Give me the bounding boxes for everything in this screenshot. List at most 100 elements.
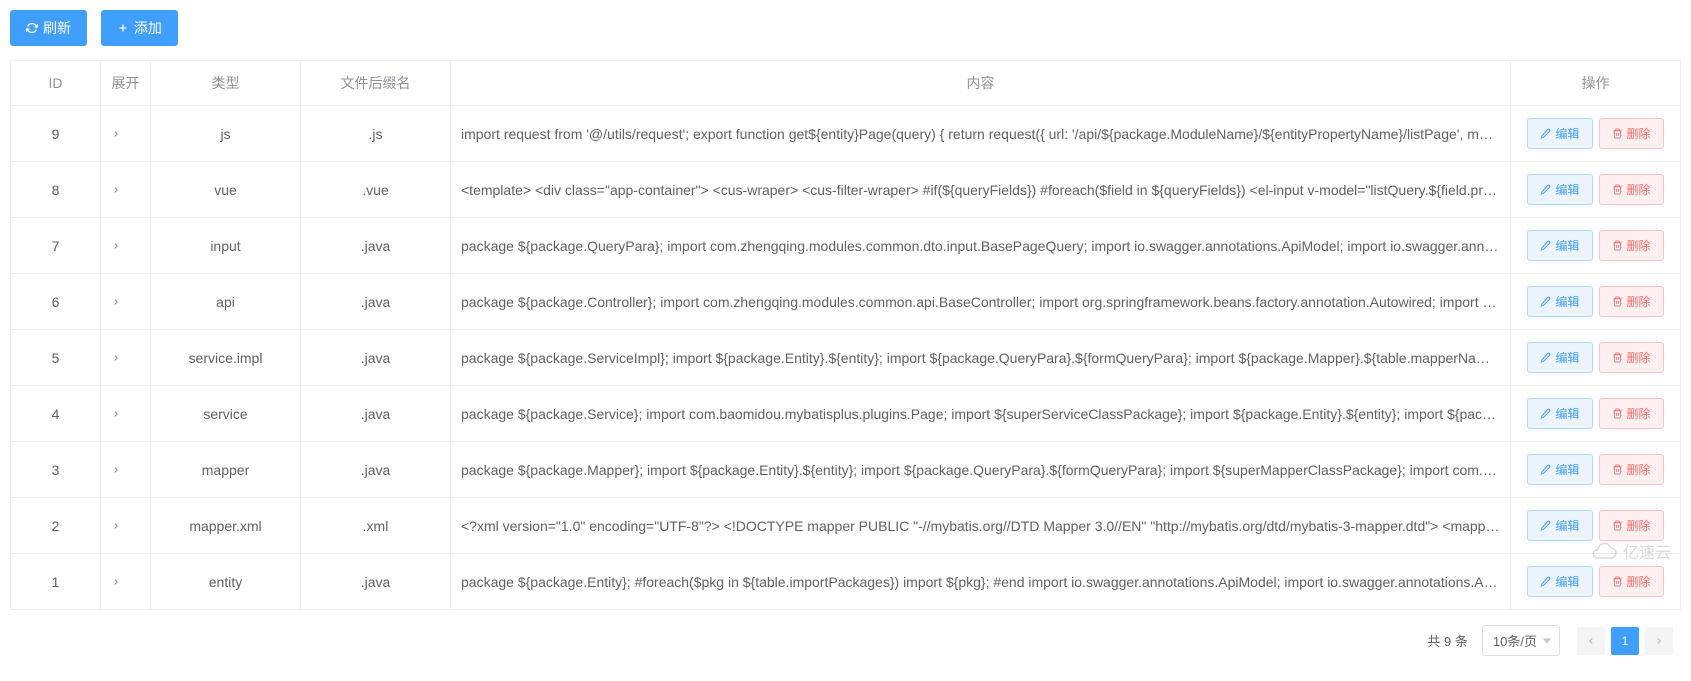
cell-ext: .java (301, 330, 451, 386)
cell-expand[interactable] (101, 442, 151, 498)
edit-icon (1540, 520, 1551, 531)
cell-content: import request from '@/utils/request'; e… (451, 106, 1511, 162)
edit-button-label: 编辑 (1555, 237, 1579, 254)
refresh-button-label: 刷新 (43, 18, 71, 38)
cell-expand[interactable] (101, 386, 151, 442)
cell-actions: 编辑 删除 (1511, 162, 1681, 218)
edit-icon (1540, 128, 1551, 139)
delete-button[interactable]: 删除 (1599, 174, 1664, 205)
edit-button[interactable]: 编辑 (1527, 510, 1592, 541)
cell-id: 6 (11, 274, 101, 330)
table-row: 4service.javapackage ${package.Service};… (11, 386, 1681, 442)
cell-id: 9 (11, 106, 101, 162)
cell-ext: .js (301, 106, 451, 162)
chevron-right-icon (111, 185, 140, 195)
delete-button-label: 删除 (1627, 405, 1651, 422)
edit-button[interactable]: 编辑 (1527, 342, 1592, 373)
delete-button-label: 删除 (1627, 461, 1651, 478)
cell-expand[interactable] (101, 554, 151, 610)
refresh-button[interactable]: 刷新 (10, 10, 87, 46)
delete-button[interactable]: 删除 (1599, 118, 1664, 149)
pager-next[interactable] (1645, 627, 1673, 655)
delete-button[interactable]: 删除 (1599, 454, 1664, 485)
delete-button-label: 删除 (1627, 573, 1651, 590)
delete-button[interactable]: 删除 (1599, 510, 1664, 541)
add-button[interactable]: 添加 (101, 10, 178, 46)
trash-icon (1612, 464, 1623, 475)
edit-icon (1540, 240, 1551, 251)
pager-prev[interactable] (1577, 627, 1605, 655)
cell-expand[interactable] (101, 330, 151, 386)
pager-page-1[interactable]: 1 (1611, 627, 1639, 655)
edit-icon (1540, 184, 1551, 195)
cell-type: api (151, 274, 301, 330)
edit-button[interactable]: 编辑 (1527, 174, 1592, 205)
cell-content: <?xml version="1.0" encoding="UTF-8"?> <… (451, 498, 1511, 554)
cell-id: 2 (11, 498, 101, 554)
cell-type: vue (151, 162, 301, 218)
table-row: 6 api.javapackage ${package.Controller}; … (11, 274, 1681, 330)
cell-type: entity (151, 554, 301, 610)
chevron-right-icon (1654, 636, 1664, 646)
cell-content: package ${package.Service}; import com.b… (451, 386, 1511, 442)
cell-expand[interactable] (101, 498, 151, 554)
delete-button-label: 删除 (1627, 237, 1651, 254)
refresh-icon (26, 22, 38, 34)
page-size-select[interactable]: 10条/页 (1482, 625, 1560, 656)
cell-actions: 编辑 删除 (1511, 386, 1681, 442)
table-row: 3mapper.javapackage ${package.Mapper}; i… (11, 442, 1681, 498)
edit-button[interactable]: 编辑 (1527, 118, 1592, 149)
cell-content: package ${package.ServiceImpl}; import $… (451, 330, 1511, 386)
table-row: 8vue.vue<template> <div class="app-conta… (11, 162, 1681, 218)
cell-expand[interactable] (101, 274, 151, 330)
edit-icon (1540, 296, 1551, 307)
cell-type: service.impl (151, 330, 301, 386)
trash-icon (1612, 184, 1623, 195)
cell-ext: .java (301, 218, 451, 274)
cell-content: package ${package.Controller}; import co… (451, 274, 1511, 330)
delete-button[interactable]: 删除 (1599, 230, 1664, 261)
table-row: 5 service.impl.javapackage ${package.Serv… (11, 330, 1681, 386)
watermark: 亿速云 (1591, 539, 1671, 563)
delete-button[interactable]: 删除 (1599, 566, 1664, 597)
data-table: ID 展开 类型 文件后缀名 内容 操作 9js.jsimport reques… (10, 60, 1681, 610)
edit-button[interactable]: 编辑 (1527, 286, 1592, 317)
cell-content: package ${package.QueryPara}; import com… (451, 218, 1511, 274)
cell-actions: 编辑 删除 (1511, 330, 1681, 386)
table-row: 7input.javapackage ${package.QueryPara};… (11, 218, 1681, 274)
header-content: 内容 (451, 61, 1511, 106)
edit-icon (1540, 352, 1551, 363)
toolbar: 刷新 添加 (10, 10, 1681, 46)
delete-button-label: 删除 (1627, 181, 1651, 198)
cell-ext: .java (301, 274, 451, 330)
delete-button[interactable]: 删除 (1599, 342, 1664, 373)
chevron-right-icon (111, 521, 140, 531)
cell-id: 4 (11, 386, 101, 442)
delete-button[interactable]: 删除 (1599, 398, 1664, 429)
table-row: 2mapper.xml.xml<?xml version="1.0" encod… (11, 498, 1681, 554)
edit-button-label: 编辑 (1555, 405, 1579, 422)
cell-actions: 编辑 删除 (1511, 218, 1681, 274)
trash-icon (1612, 352, 1623, 363)
trash-icon (1612, 576, 1623, 587)
table-row: 1entity.javapackage ${package.Entity}; #… (11, 554, 1681, 610)
edit-button[interactable]: 编辑 (1527, 454, 1592, 485)
delete-button-label: 删除 (1627, 517, 1651, 534)
cell-content: <template> <div class="app-container"> <… (451, 162, 1511, 218)
cell-expand[interactable] (101, 162, 151, 218)
cell-id: 5 (11, 330, 101, 386)
cell-actions: 编辑删除 (1511, 274, 1681, 330)
cell-content: package ${package.Entity}; #foreach($pkg… (451, 554, 1511, 610)
edit-button-label: 编辑 (1555, 349, 1579, 366)
delete-button[interactable]: 删除 (1599, 286, 1664, 317)
edit-button[interactable]: 编辑 (1527, 230, 1592, 261)
cell-actions: 编辑 删除 (1511, 442, 1681, 498)
trash-icon (1612, 128, 1623, 139)
pagination: 共 9 条 10条/页 1 (10, 610, 1681, 671)
chevron-right-icon (111, 465, 140, 475)
cell-expand[interactable] (101, 218, 151, 274)
chevron-right-icon (111, 577, 140, 587)
edit-button[interactable]: 编辑 (1527, 398, 1592, 429)
edit-button[interactable]: 编辑 (1527, 566, 1592, 597)
cell-expand[interactable] (101, 106, 151, 162)
